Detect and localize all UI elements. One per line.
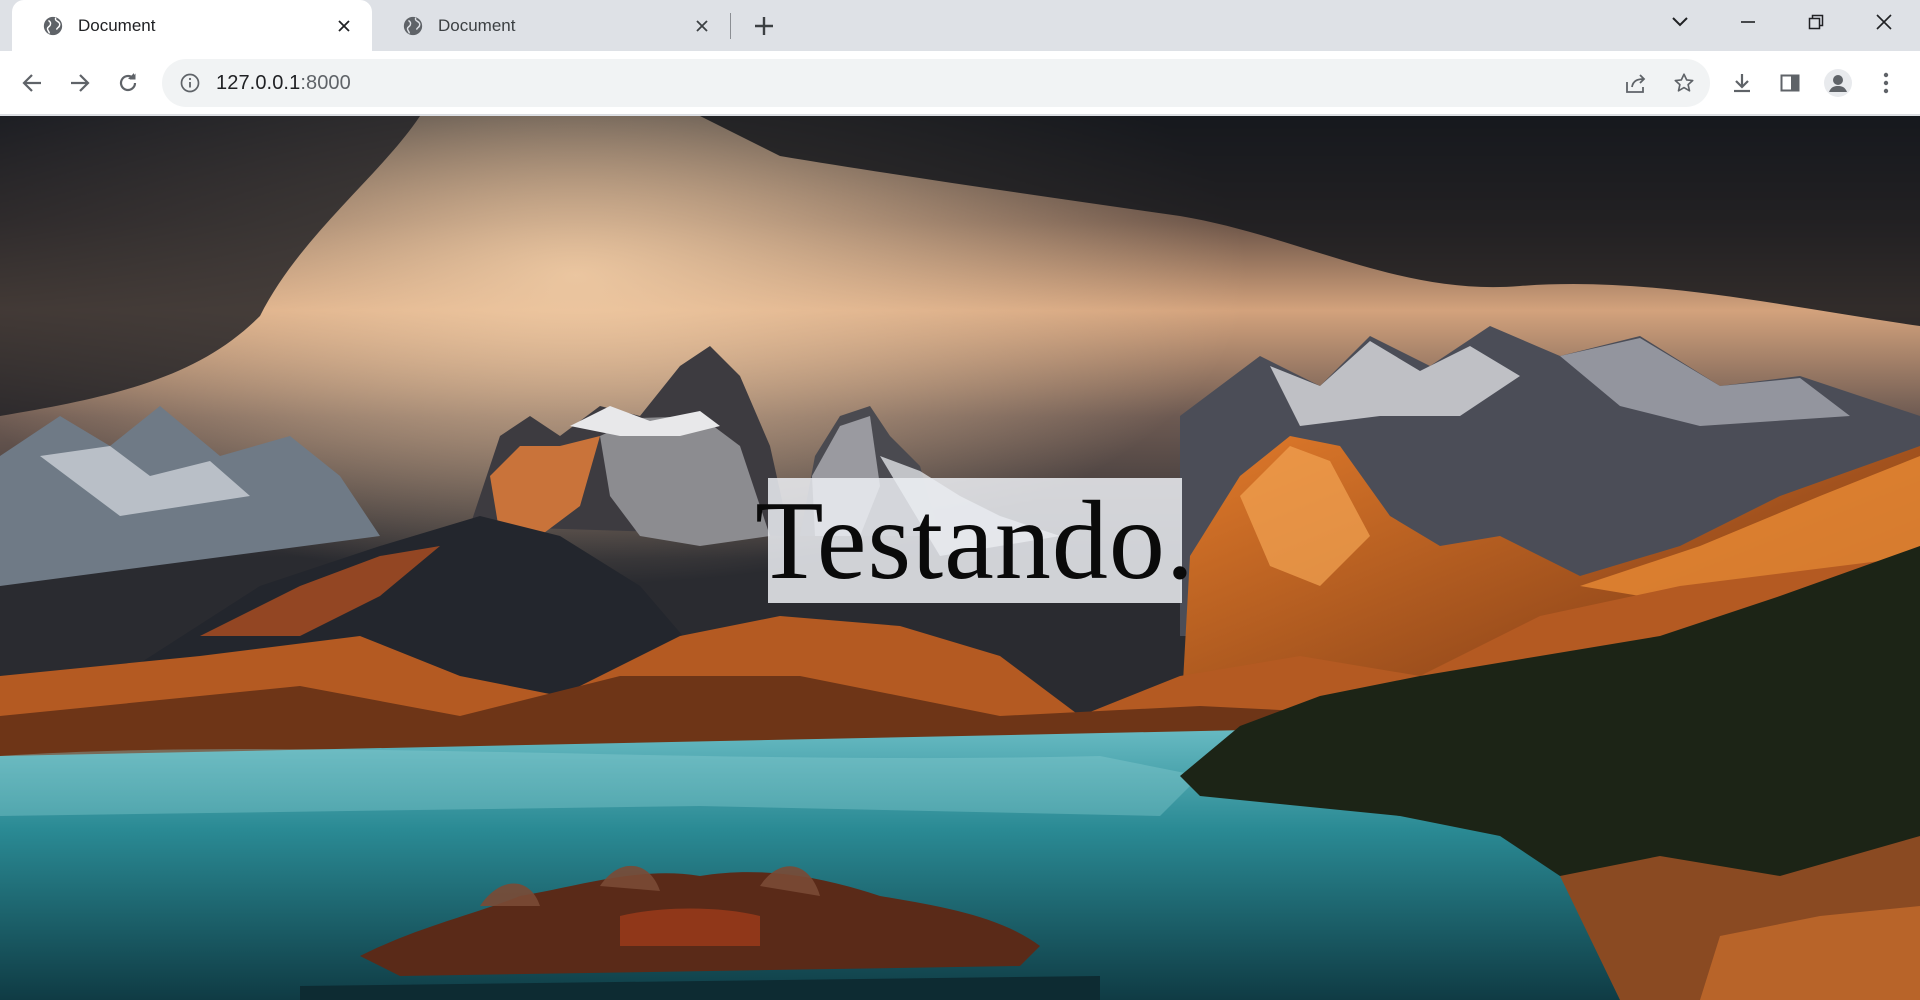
plus-icon[interactable] xyxy=(748,10,780,42)
chevron-down-icon[interactable] xyxy=(1650,0,1710,44)
tab-document-inactive[interactable]: Document xyxy=(372,0,730,51)
page-headline: Testando. xyxy=(755,478,1195,603)
share-icon[interactable] xyxy=(1620,67,1652,99)
profile-avatar-icon[interactable] xyxy=(1822,67,1854,99)
download-icon[interactable] xyxy=(1726,67,1758,99)
page-content: Testando. xyxy=(0,116,1920,1000)
tab-title: Document xyxy=(438,15,516,35)
kebab-menu-icon[interactable] xyxy=(1870,67,1902,99)
globe-icon xyxy=(42,15,64,37)
url-port: :8000 xyxy=(300,71,351,94)
reload-icon[interactable] xyxy=(112,67,144,99)
bookmark-star-icon[interactable] xyxy=(1668,67,1700,99)
tab-separator xyxy=(730,13,731,39)
tab-close-icon[interactable] xyxy=(332,14,356,38)
tab-close-icon[interactable] xyxy=(690,14,714,38)
tab-document-active[interactable]: Document xyxy=(12,0,372,51)
globe-icon xyxy=(402,15,424,37)
browser-toolbar: 127.0.0.1:8000 xyxy=(0,51,1920,115)
restore-icon[interactable] xyxy=(1786,0,1846,44)
url-host: 127.0.0.1 xyxy=(216,71,301,94)
close-icon[interactable] xyxy=(1854,0,1914,44)
tab-title: Document xyxy=(78,15,156,35)
info-icon[interactable] xyxy=(178,71,202,95)
tab-strip: Document Document xyxy=(0,0,1920,51)
side-panel-icon[interactable] xyxy=(1774,67,1806,99)
forward-arrow-icon[interactable] xyxy=(64,67,96,99)
minimize-icon[interactable] xyxy=(1718,0,1778,44)
url-text[interactable]: 127.0.0.1:8000 xyxy=(216,72,351,95)
address-bar[interactable]: 127.0.0.1:8000 xyxy=(162,59,1710,107)
back-arrow-icon[interactable] xyxy=(16,67,48,99)
